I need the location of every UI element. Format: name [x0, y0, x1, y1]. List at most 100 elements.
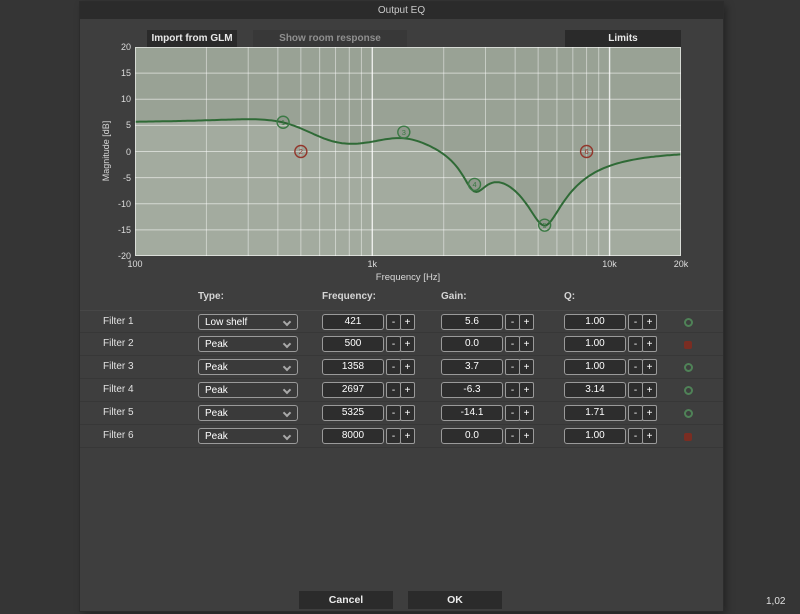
q-input[interactable]: 1.71	[564, 405, 626, 421]
q-increment-button[interactable]: +	[642, 314, 657, 330]
x-tick-label: 1k	[367, 259, 378, 269]
frequency-decrement-button[interactable]: -	[386, 405, 401, 421]
filter-type-select[interactable]: Peak	[198, 359, 298, 375]
gain-decrement-button[interactable]: -	[505, 314, 520, 330]
filter-label: Filter 2	[103, 338, 134, 349]
x-tick-label: 10k	[602, 259, 617, 269]
filter-label: Filter 3	[103, 361, 134, 372]
filter-type-select[interactable]: Low shelf	[198, 314, 298, 330]
filter-table: Filter 1 Low shelf 421 - + 5.6 - + 1.00 …	[80, 310, 723, 448]
filter-type-select[interactable]: Peak	[198, 428, 298, 444]
eq-response-chart[interactable]: 1 2 3 4 5 6	[135, 47, 681, 256]
filter-status-indicator[interactable]	[684, 386, 693, 395]
q-input[interactable]: 3.14	[564, 382, 626, 398]
filter-row-3: Filter 3 Peak 1358 - + 3.7 - + 1.00 - +	[80, 356, 723, 379]
show-room-response-button[interactable]: Show room response	[253, 30, 407, 47]
frequency-decrement-button[interactable]: -	[386, 336, 401, 352]
gain-input[interactable]: -6.3	[441, 382, 503, 398]
output-eq-dialog: Output EQ Import from GLM Show room resp…	[80, 2, 723, 611]
eq-point-number: 6	[584, 147, 588, 156]
filter-type-value: Peak	[205, 385, 228, 396]
filter-row-6: Filter 6 Peak 8000 - + 0.0 - + 1.00 - +	[80, 425, 723, 448]
column-header-q: Q:	[564, 291, 576, 302]
column-header-frequency: Frequency:	[322, 291, 376, 302]
cancel-button[interactable]: Cancel	[299, 591, 393, 609]
q-decrement-button[interactable]: -	[628, 428, 643, 444]
gain-decrement-button[interactable]: -	[505, 428, 520, 444]
q-decrement-button[interactable]: -	[628, 382, 643, 398]
filter-label: Filter 4	[103, 384, 134, 395]
gain-increment-button[interactable]: +	[519, 359, 534, 375]
q-increment-button[interactable]: +	[642, 336, 657, 352]
gain-decrement-button[interactable]: -	[505, 382, 520, 398]
filter-type-select[interactable]: Peak	[198, 382, 298, 398]
gain-input[interactable]: 0.0	[441, 336, 503, 352]
frequency-decrement-button[interactable]: -	[386, 359, 401, 375]
frequency-decrement-button[interactable]: -	[386, 314, 401, 330]
import-from-glm-button[interactable]: Import from GLM	[147, 30, 237, 47]
q-increment-button[interactable]: +	[642, 428, 657, 444]
filter-status-indicator[interactable]	[684, 363, 693, 372]
frequency-decrement-button[interactable]: -	[386, 428, 401, 444]
filter-status-indicator[interactable]	[684, 433, 692, 441]
chevron-down-icon	[282, 339, 292, 349]
frequency-input[interactable]: 5325	[322, 405, 384, 421]
frequency-increment-button[interactable]: +	[400, 336, 415, 352]
dialog-title: Output EQ	[80, 2, 723, 19]
filter-status-indicator[interactable]	[684, 341, 692, 349]
q-decrement-button[interactable]: -	[628, 359, 643, 375]
frequency-input[interactable]: 1358	[322, 359, 384, 375]
filter-status-indicator[interactable]	[684, 318, 693, 327]
eq-plot-svg[interactable]: 1 2 3 4 5 6	[135, 47, 681, 256]
q-input[interactable]: 1.00	[564, 314, 626, 330]
gain-input[interactable]: -14.1	[441, 405, 503, 421]
gain-decrement-button[interactable]: -	[505, 359, 520, 375]
gain-input[interactable]: 5.6	[441, 314, 503, 330]
frequency-increment-button[interactable]: +	[400, 382, 415, 398]
frequency-increment-button[interactable]: +	[400, 428, 415, 444]
frequency-increment-button[interactable]: +	[400, 405, 415, 421]
filter-type-value: Peak	[205, 339, 228, 350]
filter-type-value: Peak	[205, 408, 228, 419]
filter-type-select[interactable]: Peak	[198, 336, 298, 352]
q-decrement-button[interactable]: -	[628, 336, 643, 352]
q-input[interactable]: 1.00	[564, 428, 626, 444]
gain-input[interactable]: 3.7	[441, 359, 503, 375]
q-increment-button[interactable]: +	[642, 405, 657, 421]
q-decrement-button[interactable]: -	[628, 314, 643, 330]
column-header-type: Type:	[198, 291, 224, 302]
gain-increment-button[interactable]: +	[519, 428, 534, 444]
column-header-gain: Gain:	[441, 291, 467, 302]
ok-button[interactable]: OK	[408, 591, 502, 609]
gain-input[interactable]: 0.0	[441, 428, 503, 444]
filter-type-select[interactable]: Peak	[198, 405, 298, 421]
frequency-input[interactable]: 421	[322, 314, 384, 330]
gain-decrement-button[interactable]: -	[505, 405, 520, 421]
gain-increment-button[interactable]: +	[519, 382, 534, 398]
filter-row-2: Filter 2 Peak 500 - + 0.0 - + 1.00 - +	[80, 333, 723, 356]
gain-decrement-button[interactable]: -	[505, 336, 520, 352]
y-tick-label: 5	[125, 120, 131, 131]
y-tick-label: 10	[120, 94, 131, 105]
eq-point-number: 4	[472, 180, 476, 189]
frequency-increment-button[interactable]: +	[400, 314, 415, 330]
q-input[interactable]: 1.00	[564, 359, 626, 375]
eq-point-number: 5	[543, 221, 547, 230]
q-decrement-button[interactable]: -	[628, 405, 643, 421]
filter-status-indicator[interactable]	[684, 409, 693, 418]
gain-increment-button[interactable]: +	[519, 336, 534, 352]
frequency-decrement-button[interactable]: -	[386, 382, 401, 398]
y-tick-label: -15	[117, 224, 131, 235]
q-input[interactable]: 1.00	[564, 336, 626, 352]
gain-increment-button[interactable]: +	[519, 314, 534, 330]
q-increment-button[interactable]: +	[642, 359, 657, 375]
filter-row-1: Filter 1 Low shelf 421 - + 5.6 - + 1.00 …	[80, 310, 723, 333]
frequency-increment-button[interactable]: +	[400, 359, 415, 375]
frequency-input[interactable]: 2697	[322, 382, 384, 398]
y-tick-label: 15	[120, 68, 131, 79]
limits-button[interactable]: Limits	[565, 30, 681, 47]
gain-increment-button[interactable]: +	[519, 405, 534, 421]
frequency-input[interactable]: 8000	[322, 428, 384, 444]
q-increment-button[interactable]: +	[642, 382, 657, 398]
frequency-input[interactable]: 500	[322, 336, 384, 352]
